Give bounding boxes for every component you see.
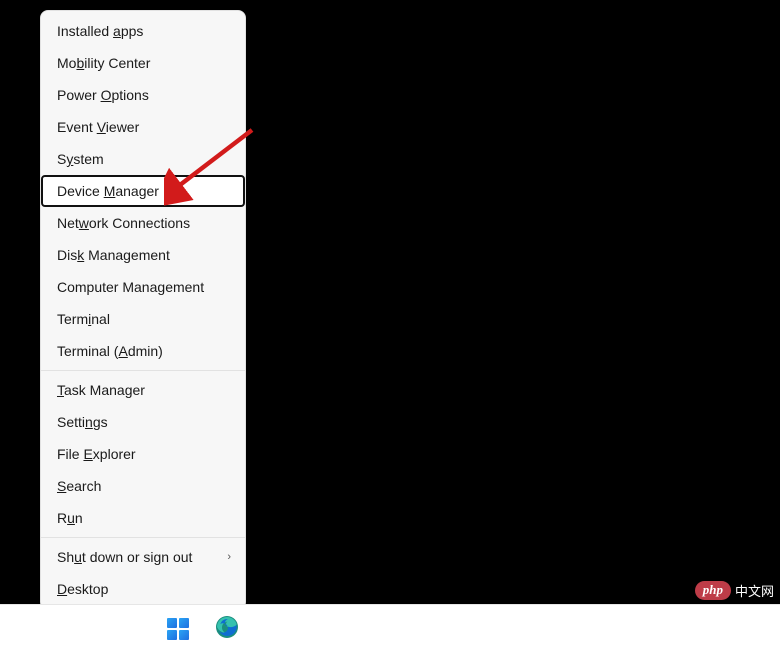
menu-item-label: Installed apps [57,23,143,39]
menu-item-desktop[interactable]: Desktop [41,573,245,605]
menu-item-run[interactable]: Run [41,502,245,534]
menu-item-label: Event Viewer [57,119,139,135]
menu-item-label: Task Manager [57,382,145,398]
menu-item-label: Search [57,478,101,494]
menu-item-task-manager[interactable]: Task Manager [41,374,245,406]
menu-item-label: Device Manager [57,183,159,199]
menu-item-network-connections[interactable]: Network Connections [41,207,245,239]
menu-item-label: Shut down or sign out [57,549,192,565]
start-button[interactable] [167,618,189,640]
menu-item-computer-management[interactable]: Computer Management [41,271,245,303]
menu-item-system[interactable]: System [41,143,245,175]
menu-separator [41,370,245,371]
menu-item-power-options[interactable]: Power Options [41,79,245,111]
menu-item-file-explorer[interactable]: File Explorer [41,438,245,470]
menu-item-label: Computer Management [57,279,204,295]
menu-item-label: File Explorer [57,446,136,462]
menu-item-label: Desktop [57,581,108,597]
menu-item-label: Disk Management [57,247,170,263]
menu-item-device-manager[interactable]: Device Manager [41,175,245,207]
menu-separator [41,537,245,538]
menu-item-label: Run [57,510,83,526]
menu-item-installed-apps[interactable]: Installed apps [41,15,245,47]
menu-item-mobility-center[interactable]: Mobility Center [41,47,245,79]
php-badge: php [695,581,731,600]
menu-item-label: Network Connections [57,215,190,231]
menu-item-terminal[interactable]: Terminal [41,303,245,335]
menu-item-disk-management[interactable]: Disk Management [41,239,245,271]
menu-item-label: Power Options [57,87,149,103]
menu-item-terminal-admin[interactable]: Terminal (Admin) [41,335,245,367]
menu-item-label: Terminal [57,311,110,327]
edge-icon[interactable] [215,615,239,642]
menu-item-label: Terminal (Admin) [57,343,163,359]
menu-item-settings[interactable]: Settings [41,406,245,438]
watermark: php 中文网 [695,581,774,600]
menu-item-label: Mobility Center [57,55,150,71]
menu-item-shutdown[interactable]: Shut down or sign out › [41,541,245,573]
taskbar [0,604,780,652]
menu-item-label: System [57,151,104,167]
chevron-right-icon: › [227,551,231,563]
winx-context-menu: Installed apps Mobility Center Power Optio… [40,10,246,610]
menu-item-label: Settings [57,414,108,430]
menu-item-event-viewer[interactable]: Event Viewer [41,111,245,143]
watermark-text: 中文网 [735,581,774,600]
menu-item-search[interactable]: Search [41,470,245,502]
